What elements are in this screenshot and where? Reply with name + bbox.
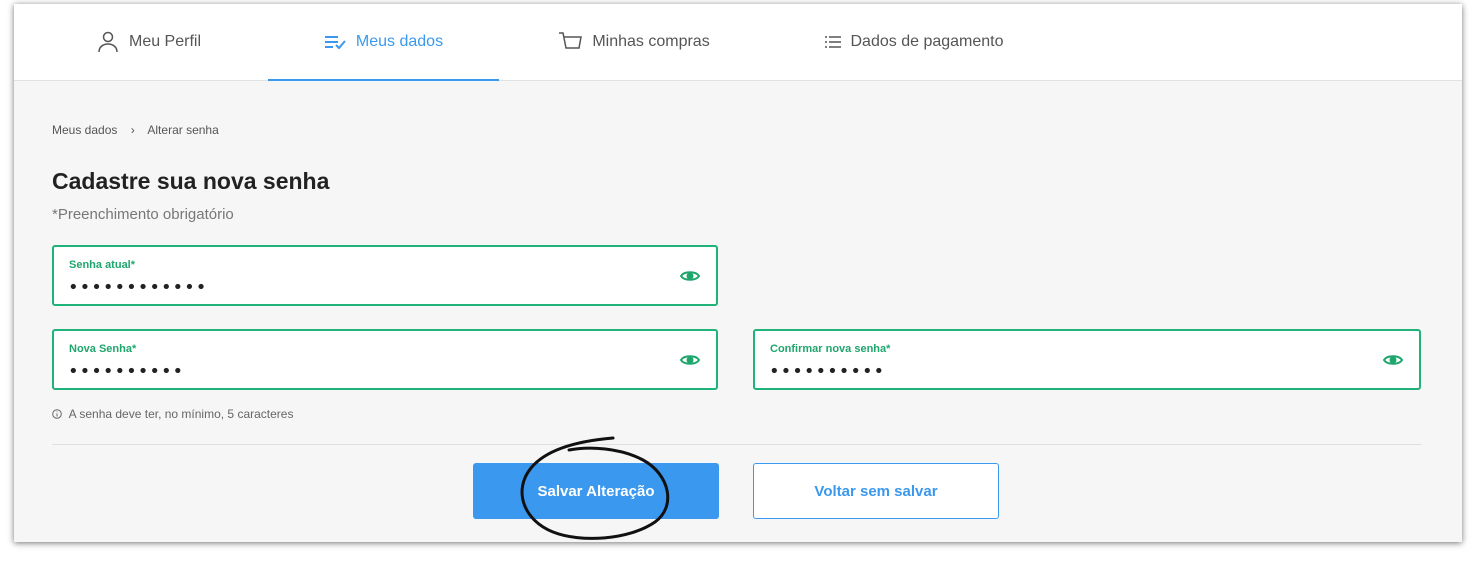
- tab-label: Dados de pagamento: [850, 33, 1004, 50]
- divider: [52, 444, 1422, 445]
- breadcrumb-current: Alterar senha: [147, 123, 219, 137]
- eye-icon[interactable]: [679, 267, 701, 285]
- eye-icon[interactable]: [1382, 351, 1404, 369]
- field-label: Senha atual*: [69, 259, 136, 271]
- confirm-password-field[interactable]: Confirmar nova senha*: [753, 329, 1421, 390]
- eye-icon[interactable]: [679, 351, 701, 369]
- breadcrumb-parent-link[interactable]: Meus dados: [52, 123, 117, 137]
- tab-dados-de-pagamento[interactable]: Dados de pagamento: [814, 4, 1014, 80]
- confirm-password-input[interactable]: [769, 361, 1329, 382]
- info-icon: [52, 407, 69, 421]
- breadcrumb: Meus dados › Alterar senha: [52, 123, 219, 137]
- page-frame: Meu Perfil Meus dados Minhas compras Dad…: [14, 4, 1462, 542]
- tab-label: Meu Perfil: [128, 33, 202, 50]
- tab-bar: Meu Perfil Meus dados Minhas compras Dad…: [14, 4, 1462, 81]
- page-title: Cadastre sua nova senha: [52, 168, 330, 194]
- person-icon: [97, 31, 119, 53]
- breadcrumb-separator: ›: [130, 123, 135, 137]
- tab-label: Meus dados: [355, 33, 444, 50]
- field-label: Nova Senha*: [69, 343, 137, 355]
- password-hint: A senha deve ter, no mínimo, 5 caractere…: [52, 407, 293, 421]
- current-password-input[interactable]: [68, 277, 628, 298]
- cart-icon: [558, 31, 583, 53]
- list-check-icon: [324, 34, 346, 50]
- tab-meus-dados[interactable]: Meus dados: [268, 4, 499, 81]
- save-button[interactable]: Salvar Alteração: [473, 463, 719, 519]
- tab-minhas-compras[interactable]: Minhas compras: [544, 4, 724, 80]
- field-label: Confirmar nova senha*: [770, 343, 891, 355]
- hint-text: A senha deve ter, no mínimo, 5 caractere…: [68, 407, 294, 421]
- required-note: *Preenchimento obrigatório: [52, 206, 234, 223]
- tab-meu-perfil[interactable]: Meu Perfil: [84, 4, 214, 80]
- list-icon: [824, 36, 841, 48]
- tab-label: Minhas compras: [592, 33, 710, 50]
- new-password-field[interactable]: Nova Senha*: [52, 329, 718, 390]
- new-password-input[interactable]: [68, 361, 628, 382]
- current-password-field[interactable]: Senha atual*: [52, 245, 718, 306]
- back-without-saving-button[interactable]: Voltar sem salvar: [753, 463, 999, 519]
